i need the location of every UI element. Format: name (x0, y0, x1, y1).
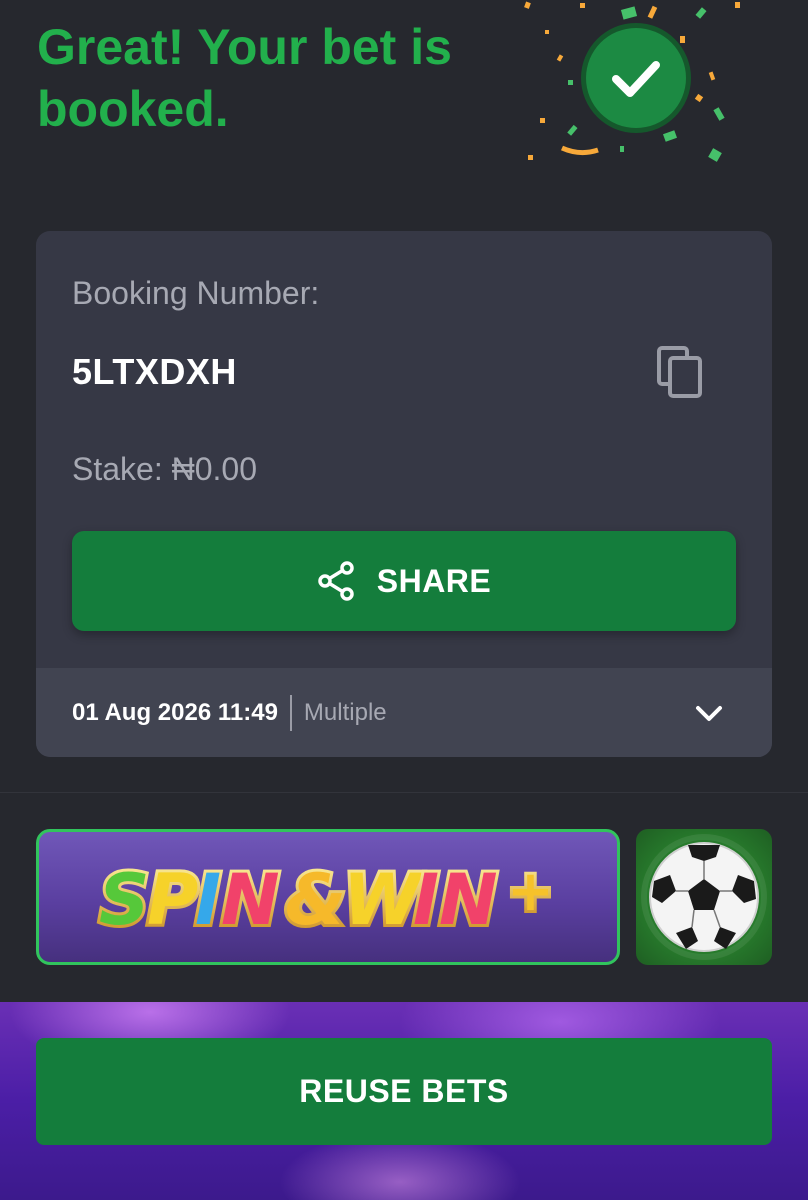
section-divider (0, 792, 808, 793)
reuse-bets-button[interactable]: REUSE BETS (36, 1038, 772, 1145)
svg-text:P: P (147, 859, 198, 941)
svg-text:N: N (221, 859, 280, 941)
booking-card: Booking Number: 5LTXDXH Stake: ₦0.00 SHA… (36, 231, 772, 757)
bet-type: Multiple (303, 698, 387, 726)
svg-text:&: & (285, 859, 346, 941)
bet-date-time: 01 Aug 2026 11:49 (72, 698, 278, 726)
booking-number: 5LTXDXH (72, 351, 237, 392)
soccer-ball-icon[interactable] (636, 829, 772, 965)
share-button[interactable]: SHARE (72, 531, 736, 631)
svg-text:W: W (343, 859, 424, 941)
chevron-down-icon[interactable] (692, 696, 726, 730)
svg-text:S: S (99, 859, 149, 941)
copy-icon[interactable] (656, 345, 706, 399)
spin-and-win-logo: S P I N & W I N + (96, 856, 557, 944)
page-title: Great! Your bet is booked. (37, 19, 452, 137)
bet-info-footer: 01 Aug 2026 11:49 Multiple (36, 668, 772, 757)
check-circle-icon (586, 28, 686, 128)
share-icon (317, 561, 354, 601)
spin-and-win-banner[interactable]: S P I N & W I N + (36, 829, 620, 965)
booking-number-label: Booking Number: (72, 275, 320, 311)
svg-text:N: N (439, 859, 498, 941)
svg-text:I: I (413, 859, 439, 941)
stake-text: Stake: ₦0.00 (72, 451, 257, 487)
svg-text:I: I (195, 859, 221, 941)
share-label: SHARE (376, 562, 492, 599)
svg-text:+: + (507, 859, 554, 924)
footer-divider (289, 694, 292, 731)
